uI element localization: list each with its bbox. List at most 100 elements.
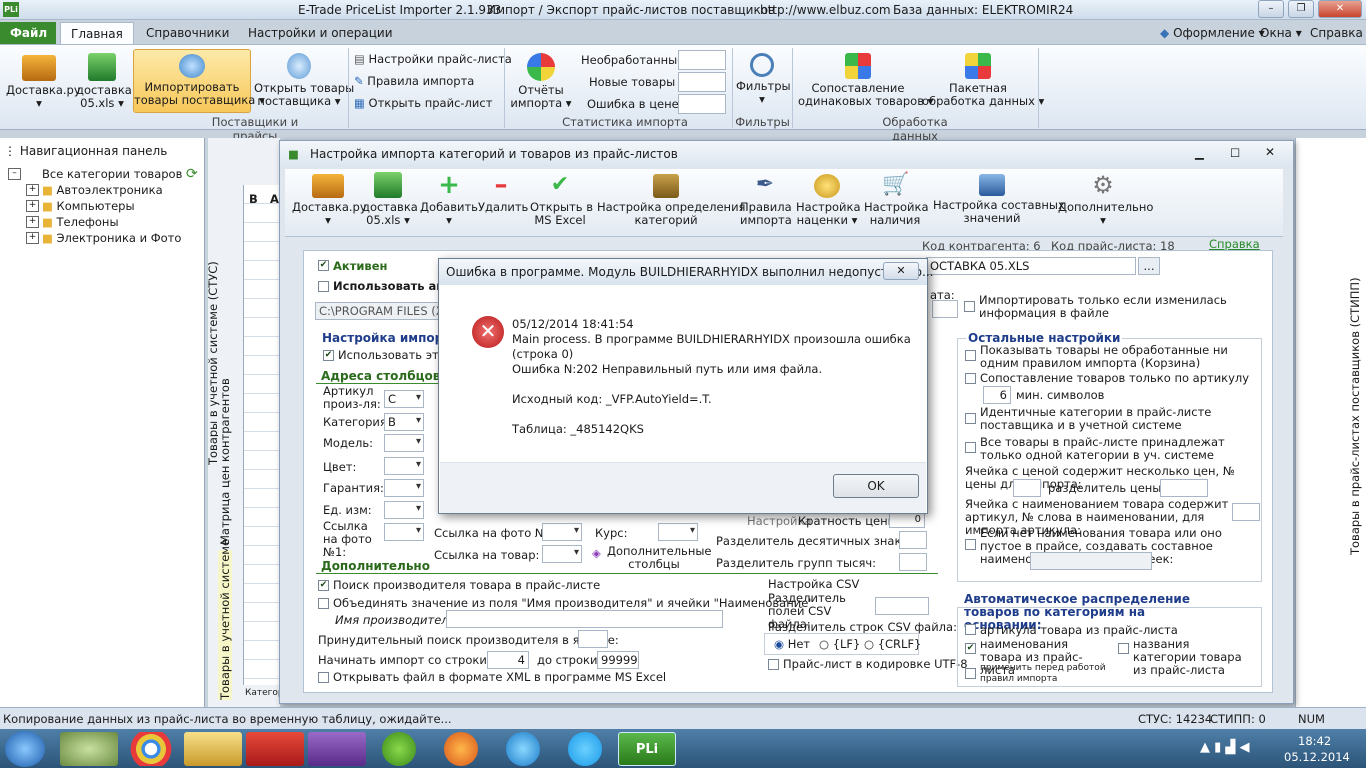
composite-settings-button[interactable]: Настройка составных значений (933, 174, 1065, 225)
maximize-button[interactable]: ❐ (1288, 0, 1314, 18)
warranty-combo[interactable] (384, 479, 424, 497)
open-excel-button[interactable]: ✔ Открыть в MS Excel (530, 174, 593, 227)
markup-settings-button[interactable]: Настройка наценки ▾ (796, 174, 861, 227)
active-checkbox[interactable]: ✔ (318, 260, 329, 271)
expand-toggle[interactable]: + (26, 200, 39, 212)
add-button[interactable]: + Добавить ▾ (420, 172, 478, 227)
model-combo[interactable] (384, 434, 424, 452)
import-goods-button[interactable]: Импортировать товары поставщика ▾ (133, 49, 265, 113)
open-price-button[interactable]: ▦ Открыть прайс-лист (354, 97, 492, 110)
stock-settings-button[interactable]: 🛒 Настройка наличия (864, 174, 929, 227)
import-reports-button[interactable]: Отчёты импорта ▾ (510, 53, 572, 110)
min-symbols-field[interactable]: 6 (983, 386, 1011, 404)
expand-toggle[interactable]: + (26, 216, 39, 228)
group-sep-field[interactable] (899, 553, 927, 571)
composite-cells-field[interactable] (1030, 552, 1152, 570)
price-name-field[interactable]: ОСТАВКА 05.XLS (926, 257, 1136, 275)
delete-button[interactable]: – Удалить (478, 172, 528, 214)
multiplicity-field[interactable]: 0 (889, 512, 925, 528)
composite-name-checkbox[interactable] (965, 539, 976, 550)
single-category-checkbox[interactable] (965, 442, 976, 453)
dialog-maximize-button[interactable]: ☐ (1230, 146, 1240, 160)
by-category-checkbox[interactable] (1118, 643, 1129, 654)
firefox-icon[interactable] (444, 732, 478, 766)
category-combo[interactable]: B (384, 413, 424, 431)
tab-settings[interactable]: Настройки и операции (238, 22, 403, 44)
kurs-combo[interactable] (658, 523, 698, 541)
decimal-sep-field[interactable] (899, 531, 927, 549)
nav-item[interactable]: ■ Электроника и Фото (42, 231, 181, 245)
merge-producer-checkbox[interactable] (318, 598, 329, 609)
price-sep-field[interactable] (1160, 479, 1208, 497)
compare-by-article-checkbox[interactable] (965, 373, 976, 384)
help-link[interactable]: Справка (1209, 237, 1260, 251)
show-unprocessed-checkbox[interactable] (965, 350, 976, 361)
apply-before-rules-checkbox[interactable] (965, 668, 976, 679)
clock-date[interactable]: 05.12.2014 (1284, 750, 1350, 764)
pli-taskbar-button[interactable]: PLi (618, 732, 676, 766)
close-button[interactable]: ✕ (1318, 0, 1362, 18)
use-these-checkbox[interactable]: ✔ (323, 350, 334, 361)
refresh-icon[interactable]: ⟳ (186, 166, 198, 182)
csv-radio-lf[interactable]: ○ {LF} (819, 637, 860, 651)
taskbar-app-icon[interactable] (60, 732, 118, 766)
compare-goods-button[interactable]: Сопоставление одинаковых товаров ▾ (798, 53, 933, 108)
skype-icon[interactable] (568, 732, 602, 766)
use-auto-checkbox[interactable] (318, 281, 329, 292)
expand-toggle[interactable]: + (26, 232, 39, 244)
clock-time[interactable]: 18:42 (1298, 734, 1331, 748)
tab-home[interactable]: Главная (60, 22, 134, 44)
side-tab-price-matrix[interactable]: Матрица цен контрагентов (218, 378, 232, 545)
open-xml-checkbox[interactable] (318, 672, 329, 683)
start-row-field[interactable]: 4 (487, 651, 529, 669)
pdf-icon[interactable] (246, 732, 304, 766)
import-only-changed-checkbox[interactable] (964, 301, 975, 312)
to-row-field[interactable]: 99999 (597, 651, 639, 669)
chrome-icon[interactable] (122, 732, 180, 766)
path-field[interactable]: C:\PROGRAM FILES (X86 (315, 302, 458, 320)
extra-button[interactable]: ⚙ Дополнительно ▾ (1058, 173, 1153, 227)
article-word-field[interactable] (1232, 503, 1260, 521)
unit-combo[interactable] (384, 501, 424, 519)
dialog-close-button[interactable]: ✕ (1265, 145, 1275, 159)
utf8-checkbox[interactable] (768, 659, 779, 670)
color-combo[interactable] (384, 457, 424, 475)
import-rules-button[interactable]: ✎ Правила импорта (354, 75, 474, 88)
nav-item[interactable]: ■ Автоэлектроника (42, 183, 163, 197)
identical-categories-checkbox[interactable] (965, 413, 976, 424)
nav-item[interactable]: ■ Компьютеры (42, 199, 135, 213)
side-tab-stus-goods[interactable]: Товары в учетной системе (218, 539, 232, 700)
article-combo[interactable]: C (384, 390, 424, 408)
open-goods-button[interactable]: Открыть товары поставщика ▾ (254, 53, 354, 108)
delivery-ru-button[interactable]: Доставка.ру ▾ (6, 55, 81, 110)
photo1-combo[interactable] (384, 523, 424, 541)
utorrent-icon[interactable] (382, 732, 416, 766)
force-search-field[interactable] (578, 630, 608, 648)
csv-field-sep-field[interactable] (875, 597, 929, 615)
minimize-button[interactable]: – (1258, 0, 1284, 18)
menu-help[interactable]: Справка ▾ (1300, 22, 1366, 54)
ok-button[interactable]: OK (833, 474, 919, 498)
delivery-xls-button[interactable]: доставка 05.xls ▾ (76, 53, 132, 110)
tab-references[interactable]: Справочники (136, 22, 239, 44)
producer-name-field[interactable] (446, 610, 723, 628)
expand-toggle[interactable]: + (26, 184, 39, 196)
goods-link-combo[interactable] (542, 545, 582, 563)
price-number-field[interactable] (1013, 479, 1041, 497)
dlg-delivery-xls-button[interactable]: доставка 05.xls ▾ (362, 172, 418, 227)
dlg-delivery-ru-button[interactable]: Доставка.ру ▾ (292, 174, 367, 227)
csv-radio-crlf[interactable]: ○ {CRLF} (864, 637, 921, 651)
error-close-button[interactable]: ✕ (883, 262, 919, 280)
by-name-checkbox[interactable]: ✔ (965, 643, 976, 654)
search-producer-checkbox[interactable]: ✔ (318, 580, 329, 591)
visual-studio-icon[interactable] (308, 732, 366, 766)
by-article-checkbox[interactable] (965, 624, 976, 635)
nav-item[interactable]: ■ Телефоны (42, 215, 119, 229)
filters-button[interactable]: Фильтры ▾ (736, 53, 791, 106)
batch-processing-button[interactable]: Пакетная обработка данных ▾ (922, 53, 1044, 108)
date-field[interactable] (932, 300, 958, 318)
browse-button[interactable]: ... (1138, 257, 1160, 275)
csv-radio-none[interactable]: ◉ Нет (774, 637, 810, 651)
tab-file[interactable]: Файл (0, 22, 56, 44)
photo2-combo[interactable] (542, 523, 582, 541)
